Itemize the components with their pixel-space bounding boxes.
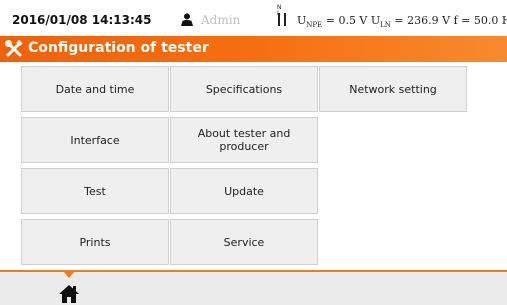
test-button[interactable]: Test [21, 168, 169, 214]
user-name: Admin [201, 13, 241, 27]
update-label: Update [224, 184, 264, 198]
update-button[interactable]: Update [170, 168, 318, 214]
frequency-value: f = 50.0 Hz [453, 14, 507, 27]
u-ln-label: U [370, 14, 381, 27]
network-setting-button[interactable]: Network setting [319, 66, 467, 112]
u-npe-label: U [297, 14, 307, 27]
home-icon[interactable] [58, 284, 80, 304]
network-setting-label: Network setting [349, 82, 437, 96]
tools-icon [5, 40, 23, 57]
interface-button[interactable]: Interface [21, 117, 169, 163]
user-icon [181, 13, 193, 26]
about-tester-label: About tester and producer [197, 127, 291, 153]
service-button[interactable]: Service [170, 219, 318, 265]
u-npe-subscript: NPE [306, 21, 323, 30]
u-ln-value: = 236.9 V [390, 14, 454, 27]
u-npe-value: = 0.5 V [322, 14, 371, 27]
phase-indicator-icon: N L [277, 5, 289, 27]
prints-label: Prints [79, 235, 111, 249]
test-label: Test [84, 184, 106, 198]
interface-label: Interface [70, 133, 120, 147]
prints-button[interactable]: Prints [21, 219, 169, 265]
date-and-time-button[interactable]: Date and time [21, 66, 169, 112]
about-tester-button[interactable]: About tester and producer [170, 117, 318, 163]
active-indicator [64, 272, 74, 278]
specifications-label: Specifications [205, 82, 283, 96]
datetime-display: 2016/01/08 14:13:45 [12, 13, 152, 27]
status-bar: 2016/01/08 14:13:45 Admin N L UNPE = 0.5… [0, 0, 507, 36]
title-bar: Configuration of tester [0, 36, 507, 62]
date-and-time-label: Date and time [55, 82, 135, 96]
service-label: Service [223, 235, 265, 249]
page-title: Configuration of tester [28, 40, 209, 56]
u-ln-subscript: LN [380, 21, 391, 30]
measurement-readout: UNPE = 0.5 V ULN = 236.9 V f = 50.0 Hz [297, 14, 507, 29]
specifications-button[interactable]: Specifications [170, 66, 318, 112]
